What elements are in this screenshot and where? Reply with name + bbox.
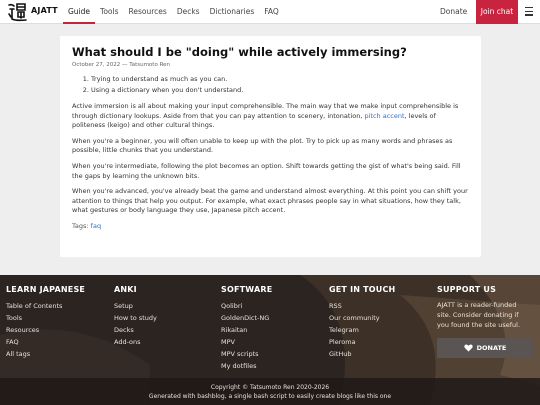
list-item: Using a dictionary when you don't unders… — [91, 85, 469, 96]
footer-link[interactable]: Our community — [329, 312, 395, 324]
list-item: Trying to understand as much as you can. — [91, 74, 469, 85]
generated-text: Generated with bashblog, a single bash s… — [148, 393, 392, 400]
footer-link[interactable]: Telegram — [329, 324, 395, 336]
footer-link[interactable]: Add-ons — [114, 336, 157, 348]
menu-icon[interactable] — [525, 7, 533, 17]
footer-link[interactable]: How to study — [114, 312, 157, 324]
nav-faq[interactable]: FAQ — [259, 0, 284, 24]
footer-donate-button[interactable]: DONATE — [437, 338, 533, 358]
footer-link[interactable]: GoldenDict-NG — [221, 312, 272, 324]
nav-dictionaries[interactable]: Dictionaries — [205, 0, 260, 24]
footer-link[interactable]: GitHub — [329, 348, 395, 360]
donate-button-label: DONATE — [476, 344, 507, 352]
footer-heading: GET IN TOUCH — [329, 285, 396, 294]
article-title: What should I be "doing" while actively … — [72, 45, 407, 59]
footer-link[interactable]: Setup — [114, 300, 157, 312]
nav-decks[interactable]: Decks — [172, 0, 205, 24]
footer-link[interactable]: MPV — [221, 336, 272, 348]
footer-col-anki: ANKI Setup How to study Decks Add-ons — [114, 285, 157, 348]
paragraph: When you're a beginner, you will often u… — [72, 136, 453, 155]
footer-link[interactable]: Rikaitan — [221, 324, 272, 336]
footer-col-support: SUPPORT US AJATT is a reader-funded site… — [437, 285, 533, 358]
footer-heading: LEARN JAPANESE — [6, 285, 86, 294]
footer-link[interactable]: Decks — [114, 324, 157, 336]
pitch-accent-link[interactable]: pitch accent — [364, 112, 404, 120]
site-footer: LEARN JAPANESE Table of Contents Tools R… — [0, 275, 540, 405]
footer-link[interactable]: FAQ — [6, 336, 85, 348]
tag-link-faq[interactable]: faq — [91, 222, 101, 230]
footer-link[interactable]: Resources — [6, 324, 85, 336]
join-chat-button[interactable]: Join chat — [476, 0, 518, 24]
nav-resources[interactable]: Resources — [124, 0, 172, 24]
paragraph: When you're advanced, you've already bea… — [72, 187, 468, 215]
footer-col-software: SOFTWARE Qolibri GoldenDict-NG Rikaitan … — [221, 285, 272, 372]
footer-link[interactable]: All tags — [6, 348, 85, 360]
top-navbar: AJATT Guide Tools Resources Decks Dictio… — [0, 0, 540, 24]
footer-link[interactable]: My dotfiles — [221, 360, 272, 372]
copyright-text: Copyright © Tatsumoto Ren 2020-2026 — [210, 384, 330, 391]
footer-link[interactable]: Pleroma — [329, 336, 395, 348]
footer-heading: ANKI — [114, 285, 137, 294]
footer-link[interactable]: Qolibri — [221, 300, 272, 312]
nav-guide[interactable]: Guide — [63, 0, 96, 24]
tags-row: Tags: faq — [72, 222, 469, 230]
brand-name[interactable]: AJATT — [31, 6, 58, 15]
donate-link[interactable]: Donate — [440, 7, 467, 16]
footer-heading: SOFTWARE — [221, 285, 273, 294]
footer-col-contact: GET IN TOUCH RSS Our community Telegram … — [329, 285, 395, 360]
nav-tools[interactable]: Tools — [95, 0, 123, 24]
paragraph: When you're intermediate, following the … — [72, 161, 461, 180]
article-card: What should I be "doing" while actively … — [60, 36, 481, 257]
footer-link[interactable]: Table of Contents — [6, 300, 85, 312]
steps-list: Trying to understand as much as you can.… — [72, 74, 469, 96]
main-nav: Guide Tools Resources Decks Dictionaries… — [63, 0, 284, 24]
logo-kanji-icon[interactable] — [6, 1, 28, 23]
tags-label: Tags: — [72, 221, 89, 230]
heart-icon — [463, 344, 473, 352]
article-meta: October 27, 2022 — Tatsumoto Ren — [72, 62, 171, 68]
footer-bottom-bar: Copyright © Tatsumoto Ren 2020-2026 Gene… — [0, 378, 540, 405]
footer-heading: SUPPORT US — [437, 285, 497, 294]
footer-col-learn: LEARN JAPANESE Table of Contents Tools R… — [6, 285, 85, 360]
paragraph: Active immersion is all about making you… — [72, 102, 469, 131]
support-text: AJATT is a reader-funded site. Consider … — [437, 301, 521, 329]
footer-link[interactable]: MPV scripts — [221, 348, 272, 360]
footer-link[interactable]: RSS — [329, 300, 395, 312]
footer-link[interactable]: Tools — [6, 312, 85, 324]
